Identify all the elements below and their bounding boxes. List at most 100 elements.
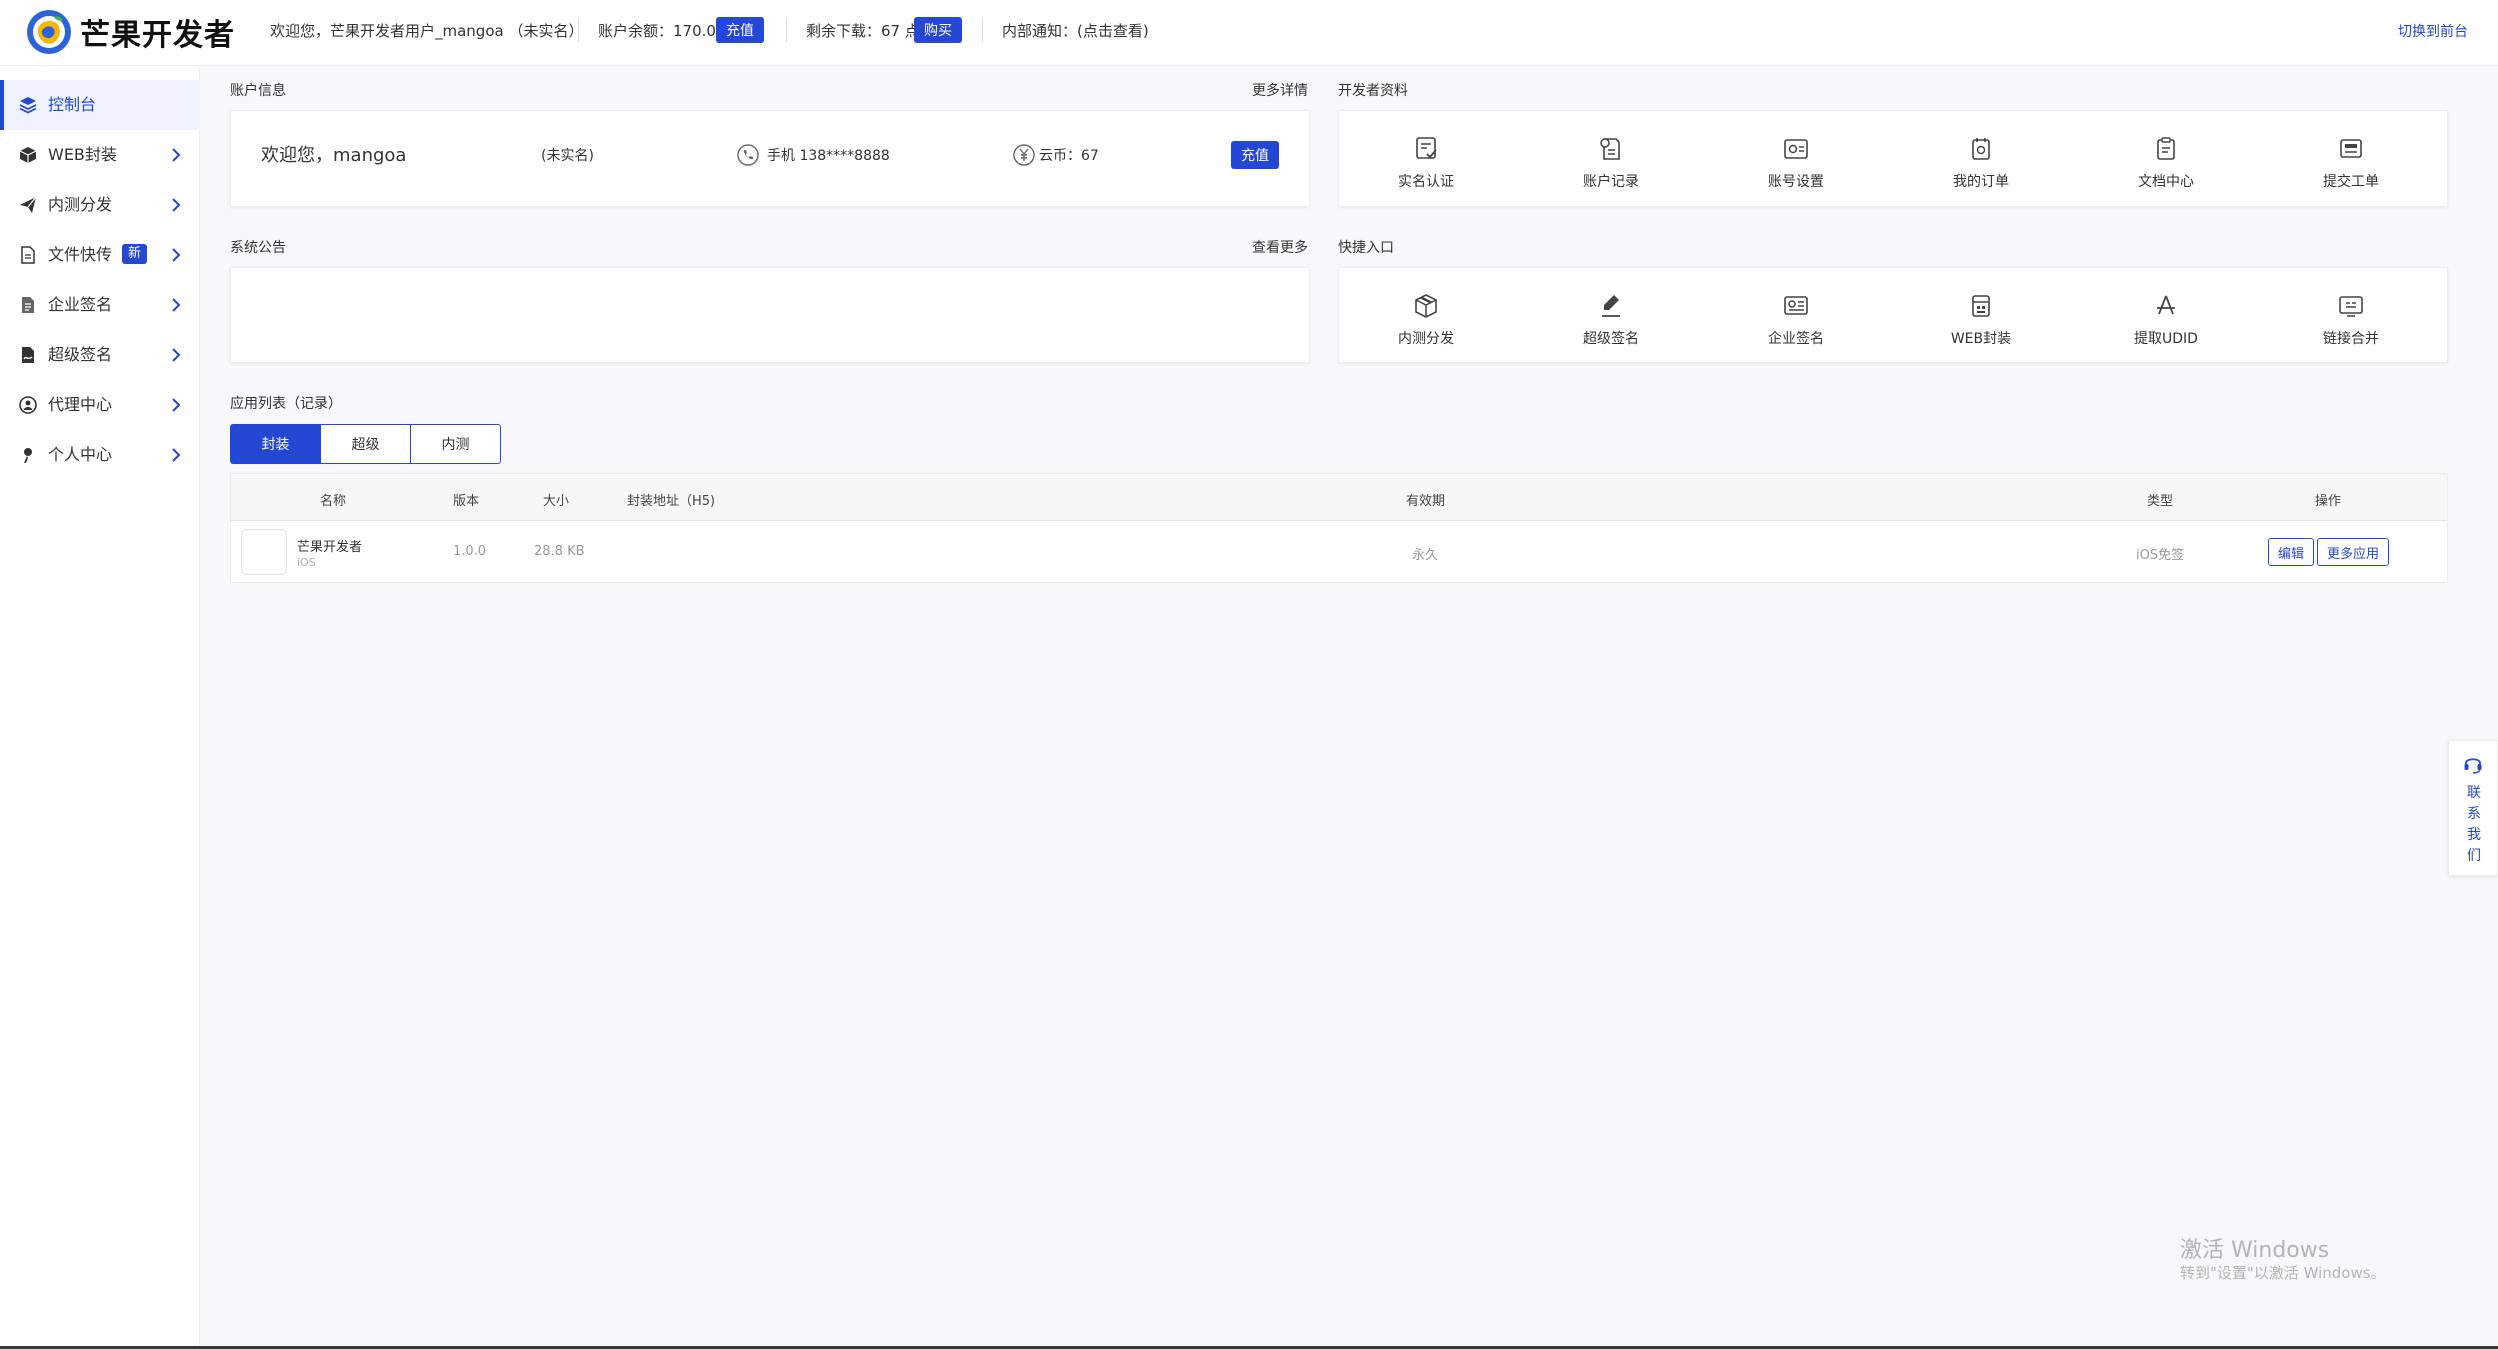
activate-windows-title: 激活 Windows: [2180, 1238, 2330, 1263]
sidebar-item-super-sign[interactable]: 超级签名: [0, 330, 200, 380]
quick-entry-title: 快捷入口: [1338, 240, 1394, 256]
headset-icon: [2464, 758, 2482, 774]
tool-label: WEB封装: [1950, 331, 2012, 347]
tool-label: 提取UDID: [2134, 331, 2198, 347]
column-header: 类型: [2147, 494, 2174, 509]
user-icon: [24, 448, 32, 463]
chevron-right-icon: [172, 298, 181, 312]
quick-entry-card: 内测分发 超级签名 企业签名 WEB封装 提取UDID 链接合并: [1338, 267, 2448, 363]
tool-label: 提交工单: [2323, 174, 2379, 190]
column-header: 版本: [453, 494, 480, 509]
switch-to-front-link[interactable]: 切换到前台: [2398, 21, 2468, 41]
app-type: iOS免签: [2136, 548, 2185, 563]
file-icon: [21, 246, 35, 264]
balance-text: 账户余额：170.00: [598, 22, 726, 40]
welcome-text: 欢迎您，芒果开发者用户_mangoa （未实名）: [270, 22, 584, 40]
table-header: 名称 版本 大小 封装地址（H5) 有效期 类型 操作: [230, 473, 2448, 521]
sidebar-item-web-wrap[interactable]: WEB封装: [0, 130, 200, 180]
tool-doc-center[interactable]: 文档中心: [2111, 119, 2221, 190]
tool-real-name-auth[interactable]: 实名认证: [1371, 119, 1481, 190]
layers-icon: [19, 97, 37, 114]
brand-logo[interactable]: 芒果开发者: [26, 9, 235, 55]
sidebar-item-label: 个人中心: [48, 445, 113, 464]
paper-plane-icon: [20, 196, 37, 213]
downloads-remaining-text: 剩余下载：67 点: [806, 22, 920, 40]
header-recharge-button[interactable]: 充值: [716, 17, 764, 43]
phone-icon: [737, 144, 759, 166]
app-size: 28.8 KB: [534, 544, 585, 559]
chevron-right-icon: [172, 198, 181, 212]
sidebar-item-console[interactable]: 控制台: [0, 80, 200, 130]
tool-label: 企业签名: [1768, 331, 1824, 347]
edit-button[interactable]: 编辑: [2268, 538, 2314, 566]
app-name: 芒果开发者: [297, 540, 363, 555]
sidebar-item-file-transfer[interactable]: 文件快传 新: [0, 230, 200, 280]
document-icon: [22, 297, 34, 313]
account-phone: 手机 138****8888: [767, 148, 890, 164]
quick-super-sign[interactable]: 超级签名: [1556, 276, 1666, 347]
more-apps-button[interactable]: 更多应用: [2317, 538, 2389, 566]
sidebar-item-label: 代理中心: [48, 395, 113, 414]
chevron-right-icon: [172, 248, 181, 262]
tool-label: 账号设置: [1768, 174, 1824, 190]
internal-notice-link[interactable]: 内部通知：(点击查看): [1002, 21, 1149, 41]
sidebar-item-label: 文件快传: [48, 245, 113, 264]
dev-docs-card: 实名认证 账户记录 账号设置 我的订单 文档中心 提交工单: [1338, 110, 2448, 207]
buy-downloads-button[interactable]: 购买: [914, 17, 962, 43]
sidebar: 控制台 WEB封装 内测分发 文件快传 新 企业签名 超级签名 代理中心 个人中…: [0, 66, 200, 1349]
contact-us-widget[interactable]: 联系我们: [2448, 740, 2498, 876]
column-header: 封装地址（H5): [627, 494, 716, 509]
sidebar-item-enterprise-sign[interactable]: 企业签名: [0, 280, 200, 330]
orders-icon: [1972, 138, 1990, 160]
quick-link-merge[interactable]: 链接合并: [2296, 276, 2406, 347]
app-version: 1.0.0: [453, 544, 487, 559]
tool-label: 链接合并: [2323, 331, 2379, 347]
header-divider: [982, 18, 983, 42]
quick-get-udid[interactable]: 提取UDID: [2111, 276, 2221, 347]
quick-web-wrap[interactable]: WEB封装: [1926, 276, 2036, 347]
app-store-icon: [2157, 295, 2175, 315]
header-divider: [786, 18, 787, 42]
account-greeting: 欢迎您，mangoa: [261, 145, 407, 166]
quick-beta-distribution[interactable]: 内测分发: [1371, 276, 1481, 347]
account-coins: 云币：67: [1039, 148, 1099, 164]
column-header: 有效期: [1406, 494, 1446, 509]
announcement-more-link[interactable]: 查看更多: [1252, 239, 1308, 257]
account-recharge-button[interactable]: 充值: [1231, 141, 1279, 169]
tab-beta[interactable]: 内测: [410, 424, 501, 464]
chevron-right-icon: [172, 348, 181, 362]
tool-label: 我的订单: [1953, 174, 2009, 190]
tab-wrap[interactable]: 封装: [230, 424, 321, 464]
tool-my-orders[interactable]: 我的订单: [1926, 119, 2036, 190]
tab-super[interactable]: 超级: [320, 424, 411, 464]
app-platform: iOS: [297, 556, 316, 569]
app-validity: 永久: [1412, 548, 1439, 563]
sidebar-item-label: 内测分发: [48, 195, 113, 214]
account-more-link[interactable]: 更多详情: [1252, 82, 1308, 100]
brand-name: 芒果开发者: [80, 18, 235, 53]
table-row: 芒果开发者 iOS 1.0.0 28.8 KB 永久 iOS免签 编辑 更多应用: [230, 521, 2448, 583]
contact-us-label: 联系我们: [2467, 785, 2481, 864]
app-thumbnail: [241, 529, 287, 575]
app-list-tabs: 封装 超级 内测: [230, 424, 501, 464]
tool-account-settings[interactable]: 账号设置: [1741, 119, 1851, 190]
app-list-title: 应用列表（记录）: [230, 396, 342, 412]
certificate-icon: [1784, 296, 1808, 315]
file-signature-icon: [22, 347, 34, 363]
clipboard-icon: [2157, 137, 2175, 160]
sidebar-item-beta-distribution[interactable]: 内测分发: [0, 180, 200, 230]
column-header: 大小: [543, 494, 570, 509]
header-divider: [578, 18, 579, 42]
sidebar-item-agent-center[interactable]: 代理中心: [0, 380, 200, 430]
web-package-icon: [1972, 295, 1990, 317]
id-verify-icon: [1416, 137, 1437, 159]
sidebar-item-personal-center[interactable]: 个人中心: [0, 430, 200, 480]
package-icon: [1415, 294, 1437, 318]
sidebar-item-label: 超级签名: [48, 345, 113, 364]
quick-enterprise-sign[interactable]: 企业签名: [1741, 276, 1851, 347]
yuan-coin-icon: [1013, 144, 1035, 166]
tool-account-records[interactable]: 账户记录: [1556, 119, 1666, 190]
account-info-card: 欢迎您，mangoa (未实名) 手机 138****8888 云币：67 充值: [230, 110, 1310, 207]
ticket-icon: [2340, 139, 2362, 158]
tool-submit-ticket[interactable]: 提交工单: [2296, 119, 2406, 190]
